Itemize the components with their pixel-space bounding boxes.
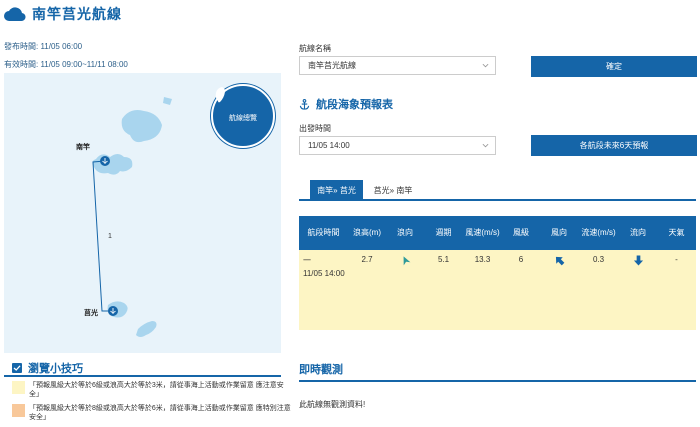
port-label-nangan: 南竿 xyxy=(76,144,90,151)
tab-nangan-to-juguang[interactable]: 南竿» 莒光 xyxy=(310,180,363,201)
route-name-select[interactable]: 南竿莒光航線 xyxy=(299,56,496,75)
table-header-row: 航段時間 浪高(m) 浪向 週期 風速(m/s) 風級 風向 流速(m/s) 流… xyxy=(299,216,696,250)
cell-wind-direction xyxy=(540,250,578,330)
forecast-table: 航段時間 浪高(m) 浪向 週期 風速(m/s) 風級 風向 流速(m/s) 流… xyxy=(299,216,696,330)
route-overview-button[interactable]: 航線總覽 xyxy=(211,84,275,148)
confirm-button[interactable]: 確定 xyxy=(531,56,697,77)
page-header: 南竿莒光航線 xyxy=(4,3,122,25)
route-name-label: 航線名稱 xyxy=(299,44,331,53)
cell-wave-height: 2.7 xyxy=(348,250,386,330)
current-direction-arrow-icon xyxy=(633,255,643,266)
wave-direction-arrow-icon xyxy=(403,256,410,266)
tab-juguang-to-nangan[interactable]: 莒光» 南竿 xyxy=(363,180,423,201)
cell-wave-direction xyxy=(386,250,424,330)
chevron-down-icon xyxy=(482,143,489,148)
header-period: 週期 xyxy=(424,216,463,250)
chevron-down-icon xyxy=(482,63,489,68)
page-title: 南竿莒光航線 xyxy=(32,6,122,22)
header-segment-time: 航段時間 xyxy=(299,216,348,250)
segment-number: 1 xyxy=(108,233,112,240)
legend-swatch-orange xyxy=(12,404,25,417)
cloud-icon xyxy=(4,7,26,22)
header-wave-direction: 浪向 xyxy=(386,216,424,250)
island-small-north xyxy=(163,97,172,105)
departure-time-select[interactable]: 11/05 14:00 xyxy=(299,136,496,155)
forecast-section-title: 航段海象預報表 xyxy=(299,96,393,112)
tip-item-orange: 「預報風級大於等於8級或浪高大於等於6米，請從事海上活動或作業留意 應特別注意安… xyxy=(12,404,291,422)
table-row: 一 11/05 14:00 2.7 5.1 13.3 6 0.3 - xyxy=(299,250,696,330)
departure-time-value: 11/05 14:00 xyxy=(308,141,350,150)
cell-current-direction xyxy=(619,250,657,330)
cell-wind-level: 6 xyxy=(502,250,540,330)
anchor-marker-nangan xyxy=(100,156,110,166)
tips-divider xyxy=(4,375,281,377)
observation-divider xyxy=(299,380,696,382)
tip-item-yellow: 「預報風級大於等於6級或浪高大於等於3米，請從事海上活動或作業留意 應注意安全」 xyxy=(12,381,291,399)
island-beigan xyxy=(121,110,162,143)
cell-segment-time: 一 11/05 14:00 xyxy=(299,250,348,330)
observation-text: 此航線無觀測資料! xyxy=(299,400,366,409)
route-overview-label: 航線總覽 xyxy=(229,115,257,122)
valid-time: 有效時間: 11/05 09:00~11/11 08:00 xyxy=(4,60,128,69)
direction-tabs: 南竿» 莒光 莒光» 南竿 xyxy=(299,180,696,201)
route-name-value: 南竿莒光航線 xyxy=(308,61,356,70)
header-current-direction: 流向 xyxy=(619,216,657,250)
cell-period: 5.1 xyxy=(424,250,463,330)
cell-weather: - xyxy=(657,250,696,330)
departure-time-label: 出發時間 xyxy=(299,124,331,133)
port-label-juguang: 莒光 xyxy=(84,310,98,317)
island-dongju xyxy=(136,321,157,337)
six-day-forecast-button[interactable]: 各航段未來6天預報 xyxy=(531,135,697,156)
observation-title: 即時觀測 xyxy=(299,364,343,376)
header-wave-height: 浪高(m) xyxy=(348,216,386,250)
route-map[interactable]: 南竿 莒光 1 航線總覽 xyxy=(4,73,281,353)
anchor-icon xyxy=(299,98,310,110)
header-wind-speed: 風速(m/s) xyxy=(463,216,502,250)
checkbox-icon xyxy=(12,363,22,373)
legend-swatch-yellow xyxy=(12,381,25,394)
wind-direction-arrow-icon xyxy=(555,256,564,266)
island-nangan xyxy=(92,154,133,175)
tips-title: 瀏覽小技巧 xyxy=(12,360,83,376)
taiwan-map-icon xyxy=(215,87,225,103)
header-wind-level: 風級 xyxy=(502,216,540,250)
cell-current-speed: 0.3 xyxy=(578,250,619,330)
publish-time: 發布時間: 11/05 06:00 xyxy=(4,42,83,51)
header-current-speed: 流速(m/s) xyxy=(578,216,619,250)
cell-wind-speed: 13.3 xyxy=(463,250,502,330)
header-wind-direction: 風向 xyxy=(540,216,578,250)
anchor-marker-juguang xyxy=(108,306,118,316)
header-weather: 天氣 xyxy=(657,216,696,250)
